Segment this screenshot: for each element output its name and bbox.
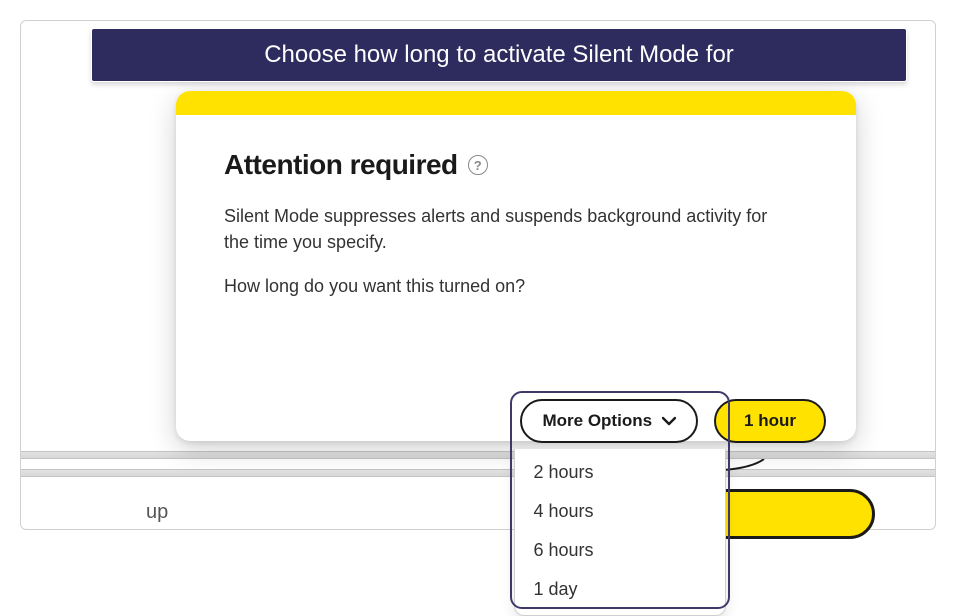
one-hour-button[interactable]: 1 hour [714,399,826,443]
more-options-dropdown: More Options 2 hours 4 hours 6 hours 1 d… [520,399,698,443]
chevron-down-icon [662,416,676,426]
dropdown-item-4-hours[interactable]: 4 hours [515,492,725,531]
dialog-description: Silent Mode suppresses alerts and suspen… [224,203,784,299]
button-row: More Options 2 hours 4 hours 6 hours 1 d… [520,399,826,443]
dropdown-item-2-hours[interactable]: 2 hours [515,453,725,492]
more-options-button[interactable]: More Options [520,399,698,443]
dropdown-item-6-hours[interactable]: 6 hours [515,531,725,570]
primary-button-label: 1 hour [744,411,796,431]
attention-dialog: Attention required ? Silent Mode suppres… [176,91,856,441]
more-options-label: More Options [542,411,652,431]
page-frame: up Attention required ? Silent Mode supp… [20,20,936,530]
divider [21,451,935,459]
background-text-partial: up [146,501,168,524]
help-icon[interactable]: ? [468,155,488,175]
dialog-accent-bar [176,91,856,115]
description-line: Silent Mode suppresses alerts and suspen… [224,203,784,255]
dropdown-item-1-day[interactable]: 1 day [515,570,725,609]
divider [21,469,935,477]
instruction-banner: Choose how long to activate Silent Mode … [91,28,907,82]
description-line: How long do you want this turned on? [224,273,784,299]
dialog-heading: Attention required [224,149,458,181]
dropdown-menu: 2 hours 4 hours 6 hours 1 day [514,449,726,616]
banner-title: Choose how long to activate Silent Mode … [264,41,734,69]
